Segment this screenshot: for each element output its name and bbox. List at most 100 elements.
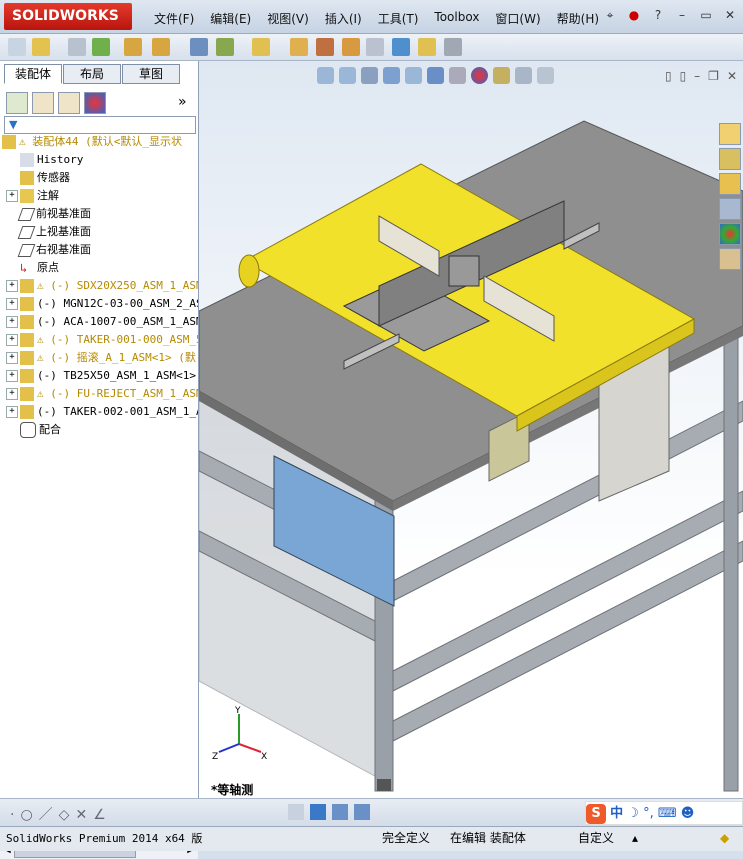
move-component-icon[interactable]	[152, 38, 170, 56]
property-manager-icon[interactable]	[32, 92, 54, 114]
tree-item-sensors[interactable]: 传感器	[2, 169, 198, 187]
appearances-icon[interactable]	[719, 223, 741, 245]
tab-assembly[interactable]: 装配体	[4, 64, 62, 84]
tree-item-front-plane[interactable]: 前视基准面	[2, 205, 198, 223]
menu-view[interactable]: 视图(V)	[259, 8, 317, 29]
show-hidden-icon[interactable]	[216, 38, 234, 56]
reference-geometry-icon[interactable]	[290, 38, 308, 56]
tree-item-component[interactable]: + ⚠ (-) FU-REJECT_ASM_1_ASM	[2, 385, 198, 403]
tree-item-component[interactable]: + ⚠ (-) SDX20X250_ASM_1_ASM	[2, 277, 198, 295]
menu-window[interactable]: 窗口(W)	[487, 8, 548, 29]
tree-item-annotations[interactable]: + 注解	[2, 187, 198, 205]
expand-icon[interactable]: +	[6, 388, 18, 400]
punctuation-icon[interactable]: °,	[643, 806, 654, 821]
point-icon[interactable]: ·	[10, 807, 20, 823]
graphics-viewport[interactable]: ▯ ▯ – ❐ ✕ Y X Z *等轴测	[199, 61, 743, 798]
subassembly-icon	[20, 279, 34, 293]
grid-icon[interactable]	[288, 804, 304, 820]
trim-icon[interactable]: ✕	[75, 807, 93, 823]
configuration-manager-icon[interactable]	[58, 92, 80, 114]
tile-horizontal-icon[interactable]	[332, 804, 348, 820]
pattern-icon[interactable]	[124, 38, 142, 56]
angle-icon[interactable]: ∠	[93, 807, 112, 823]
filter-bar[interactable]: ▼	[4, 116, 196, 134]
mate-icon[interactable]	[92, 38, 110, 56]
menu-insert[interactable]: 插入(I)	[317, 8, 370, 29]
axis-label-y: Y	[234, 706, 241, 716]
tree-item-label: 配合	[39, 423, 61, 436]
expand-icon[interactable]: +	[6, 334, 18, 346]
design-library-icon[interactable]	[719, 148, 741, 170]
paperclip-icon[interactable]	[68, 38, 86, 56]
clearance-icon[interactable]	[418, 38, 436, 56]
new-motion-icon[interactable]	[316, 38, 334, 56]
tree-item-component[interactable]: + (-) TB25X50_ASM_1_ASM<1>	[2, 367, 198, 385]
assembly-model[interactable]	[199, 61, 743, 798]
tab-sketch[interactable]: 草图	[122, 64, 180, 84]
keyboard-icon[interactable]: ⌨	[658, 806, 677, 821]
restore-icon[interactable]: ▭	[697, 6, 715, 24]
view-palette-icon[interactable]	[719, 198, 741, 220]
tree-item-component[interactable]: + ⚠ (-) TAKER-001-000_ASM_5	[2, 331, 198, 349]
minimize-icon[interactable]: –	[673, 6, 691, 24]
new-part-icon[interactable]	[8, 38, 26, 56]
solidworks-resources-icon[interactable]	[719, 123, 741, 145]
menu-toolbox[interactable]: Toolbox	[426, 8, 487, 29]
custom-properties-icon[interactable]	[719, 248, 741, 270]
ime-toolbar[interactable]: S 中 ☽ °, ⌨ ☻	[585, 801, 743, 825]
tree-item-origin[interactable]: ↳ 原点	[2, 259, 198, 277]
polygon-icon[interactable]: ◇	[59, 807, 76, 823]
menu-help[interactable]: 帮助(H)	[549, 8, 607, 29]
moon-icon[interactable]: ☽	[627, 806, 639, 821]
help-icon[interactable]: ?	[649, 6, 667, 24]
traffic-light-icon[interactable]: ●	[625, 6, 643, 24]
solidworks-logo[interactable]: SOLIDWORKS	[4, 3, 132, 30]
expand-icon[interactable]: +	[6, 280, 18, 292]
expand-pane-icon[interactable]: »	[178, 94, 187, 110]
line-icon[interactable]: ／	[39, 807, 59, 823]
assembly-features-icon[interactable]	[252, 38, 270, 56]
circle-icon[interactable]: ○	[20, 807, 38, 823]
expand-icon[interactable]: +	[6, 298, 18, 310]
tree-item-mates[interactable]: 配合	[2, 421, 198, 439]
user-icon[interactable]: ☻	[681, 806, 695, 821]
filter-icon[interactable]: ▼	[5, 118, 17, 131]
tab-layout[interactable]: 布局	[63, 64, 121, 84]
tree-item-component[interactable]: + (-) TAKER-002-001_ASM_1_AS	[2, 403, 198, 421]
expand-icon[interactable]: +	[6, 406, 18, 418]
feature-manager-icon[interactable]	[6, 92, 28, 114]
menu-edit[interactable]: 编辑(E)	[202, 8, 259, 29]
tree-item-root[interactable]: ⚠ 装配体44 (默认<默认_显示状	[2, 133, 198, 151]
definition-status: 完全定义	[382, 831, 431, 845]
tree-item-label: 传感器	[37, 171, 70, 184]
units-status[interactable]: 自定义	[578, 830, 614, 847]
menu-tools[interactable]: 工具(T)	[370, 8, 427, 29]
ime-mode[interactable]: 中	[610, 806, 623, 821]
expand-icon[interactable]: +	[6, 316, 18, 328]
tree-item-component[interactable]: + (-) MGN12C-03-00_ASM_2_ASM	[2, 295, 198, 313]
shaded-icon[interactable]	[310, 804, 326, 820]
smart-fastener-icon[interactable]	[190, 38, 208, 56]
bill-of-materials-icon[interactable]	[342, 38, 360, 56]
tag-icon[interactable]: ◆	[720, 830, 729, 847]
tree-item-component[interactable]: + (-) ACA-1007-00_ASM_1_ASM	[2, 313, 198, 331]
units-arrow-icon[interactable]: ▴	[632, 830, 638, 847]
tree-item-history[interactable]: History	[2, 151, 198, 169]
expand-icon[interactable]: +	[6, 370, 18, 382]
expand-icon[interactable]: +	[6, 190, 18, 202]
tile-vertical-icon[interactable]	[354, 804, 370, 820]
tree-item-top-plane[interactable]: 上视基准面	[2, 223, 198, 241]
tree-item-component[interactable]: + ⚠ (-) 摇滚_A_1_ASM<1> (默	[2, 349, 198, 367]
close-icon[interactable]: ✕	[721, 6, 739, 24]
instant3d-icon[interactable]	[444, 38, 462, 56]
pin-icon[interactable]: ⌖	[601, 6, 619, 24]
sogou-logo[interactable]: S	[586, 804, 606, 824]
interference-icon[interactable]	[392, 38, 410, 56]
menu-file[interactable]: 文件(F)	[146, 8, 202, 29]
file-explorer-icon[interactable]	[719, 173, 741, 195]
open-icon[interactable]	[32, 38, 50, 56]
tree-item-right-plane[interactable]: 右视基准面	[2, 241, 198, 259]
display-manager-icon[interactable]	[84, 92, 106, 114]
expand-icon[interactable]: +	[6, 352, 18, 364]
exploded-view-icon[interactable]	[366, 38, 384, 56]
